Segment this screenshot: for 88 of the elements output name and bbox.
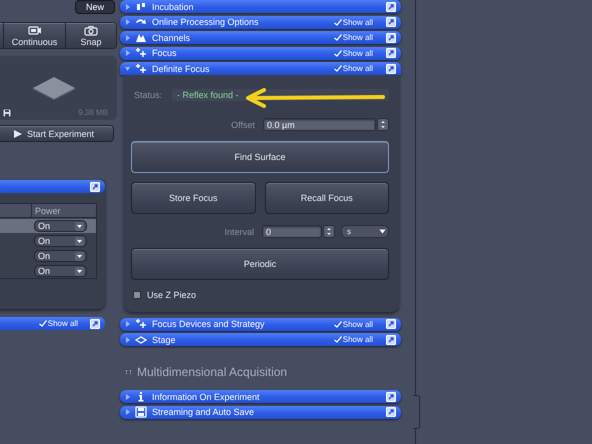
tool-group-header[interactable]: Stage Show all — [120, 333, 401, 346]
caret-icon — [75, 236, 84, 246]
use-z-piezo-checkbox[interactable]: Use Z Piezo — [133, 290, 389, 300]
sparkle-icon — [135, 318, 147, 330]
power-dropdown[interactable]: On — [34, 220, 87, 232]
store-focus-button[interactable]: Store Focus — [131, 182, 256, 214]
offset-label: Offset — [231, 120, 255, 130]
status-label: Status: — [134, 90, 162, 100]
continuous-button[interactable]: Continuous — [3, 23, 65, 48]
tool-group-header[interactable]: Channels Show all — [120, 31, 401, 44]
power-value: On — [38, 251, 50, 261]
caret-icon — [379, 229, 386, 234]
group-title: Information On Experiment — [152, 392, 261, 402]
power-dropdown[interactable]: On — [34, 250, 87, 262]
show-all-toggle[interactable]: Show all — [334, 18, 373, 26]
table-row[interactable]: On — [0, 234, 96, 248]
tool-group-header[interactable]: Definite Focus Show all — [120, 62, 401, 75]
pop-out-icon — [386, 407, 396, 417]
peaks-icon — [135, 32, 147, 44]
tool-group-header[interactable]: Show all — [0, 317, 105, 330]
pop-out-icon — [386, 64, 396, 74]
group-title: Online Processing Options — [152, 17, 260, 27]
show-all-toggle[interactable]: Show all — [334, 48, 373, 58]
tool-group-header[interactable]: Information On Experiment — [120, 390, 401, 403]
column-header: Power — [31, 204, 96, 217]
pop-out-icon — [386, 48, 396, 58]
plane-drawing — [32, 76, 76, 100]
new-button[interactable]: New — [75, 0, 115, 14]
offset-field[interactable]: 0.0 µm — [263, 118, 376, 131]
tool-group-header[interactable]: Focus Devices and Strategy Show all — [120, 318, 401, 330]
recall-focus-button[interactable]: Recall Focus — [264, 182, 389, 214]
group-title: Streaming and Auto Save — [152, 407, 256, 417]
interval-label: Interval — [224, 226, 254, 236]
pop-out-icon — [90, 318, 100, 328]
pop-out-icon — [386, 319, 396, 329]
incubator-icon — [135, 0, 147, 12]
pop-out-icon — [386, 17, 396, 27]
caret-icon — [75, 222, 84, 230]
pop-out-icon — [386, 2, 396, 12]
interval-field[interactable]: 0 — [262, 225, 322, 238]
section-heading: Multidimensional Acquisition — [137, 364, 288, 378]
find-surface-button[interactable]: Find Surface — [131, 141, 389, 173]
collapse-handle[interactable] — [413, 395, 420, 429]
group-title: Focus — [152, 48, 178, 58]
show-all-toggle[interactable]: Show all — [334, 335, 373, 344]
save-icon — [135, 406, 147, 418]
unit-dropdown[interactable]: s — [341, 225, 389, 238]
sparkle-icon — [135, 47, 147, 59]
power-value: On — [38, 221, 50, 231]
spinner-icon[interactable] — [323, 225, 335, 238]
table-row[interactable]: On — [0, 249, 96, 263]
periodic-button[interactable]: Periodic — [131, 248, 389, 280]
pop-out-icon — [386, 392, 396, 402]
tool-group-header[interactable]: Focus Show all — [120, 46, 401, 60]
spinner-icon[interactable] — [377, 118, 389, 131]
show-all-toggle[interactable]: Show all — [334, 33, 373, 42]
snap-button[interactable]: Snap — [65, 23, 116, 48]
show-all-toggle[interactable]: Show all — [334, 64, 373, 73]
unit-value: s — [347, 227, 351, 236]
caret-icon — [75, 266, 84, 276]
power-dropdown[interactable]: On — [34, 265, 87, 277]
power-value: On — [38, 236, 50, 246]
video-camera-icon — [28, 24, 42, 36]
group-title: Stage — [152, 334, 177, 344]
pop-out-icon — [386, 32, 396, 42]
start-experiment-button[interactable]: Start Experiment — [0, 125, 114, 142]
sparkle-icon — [135, 62, 147, 74]
tool-group-header[interactable] — [0, 180, 105, 193]
save-icon — [3, 108, 11, 116]
tool-group-header[interactable]: Incubation — [120, 0, 401, 13]
pop-out-icon — [386, 334, 396, 344]
power-value: On — [38, 266, 50, 276]
group-title: Incubation — [152, 2, 195, 12]
stage-icon — [135, 334, 147, 346]
tool-group-header[interactable]: Streaming and Auto Save — [120, 406, 401, 418]
show-all-toggle[interactable]: Show all — [334, 320, 373, 328]
play-icon — [14, 130, 22, 138]
table-row[interactable]: On — [0, 219, 96, 233]
camera-icon — [84, 24, 98, 36]
caret-icon — [75, 252, 84, 260]
power-dropdown[interactable]: On — [34, 235, 87, 247]
show-all-toggle[interactable]: Show all — [38, 319, 78, 328]
pop-out-icon — [90, 182, 100, 192]
table-row[interactable]: On — [0, 264, 96, 278]
tool-group-header[interactable]: Online Processing Options Show all — [120, 16, 401, 28]
group-title: Definite Focus — [152, 64, 211, 74]
group-title: Focus Devices and Strategy — [152, 319, 266, 329]
group-title: Channels — [152, 32, 192, 42]
